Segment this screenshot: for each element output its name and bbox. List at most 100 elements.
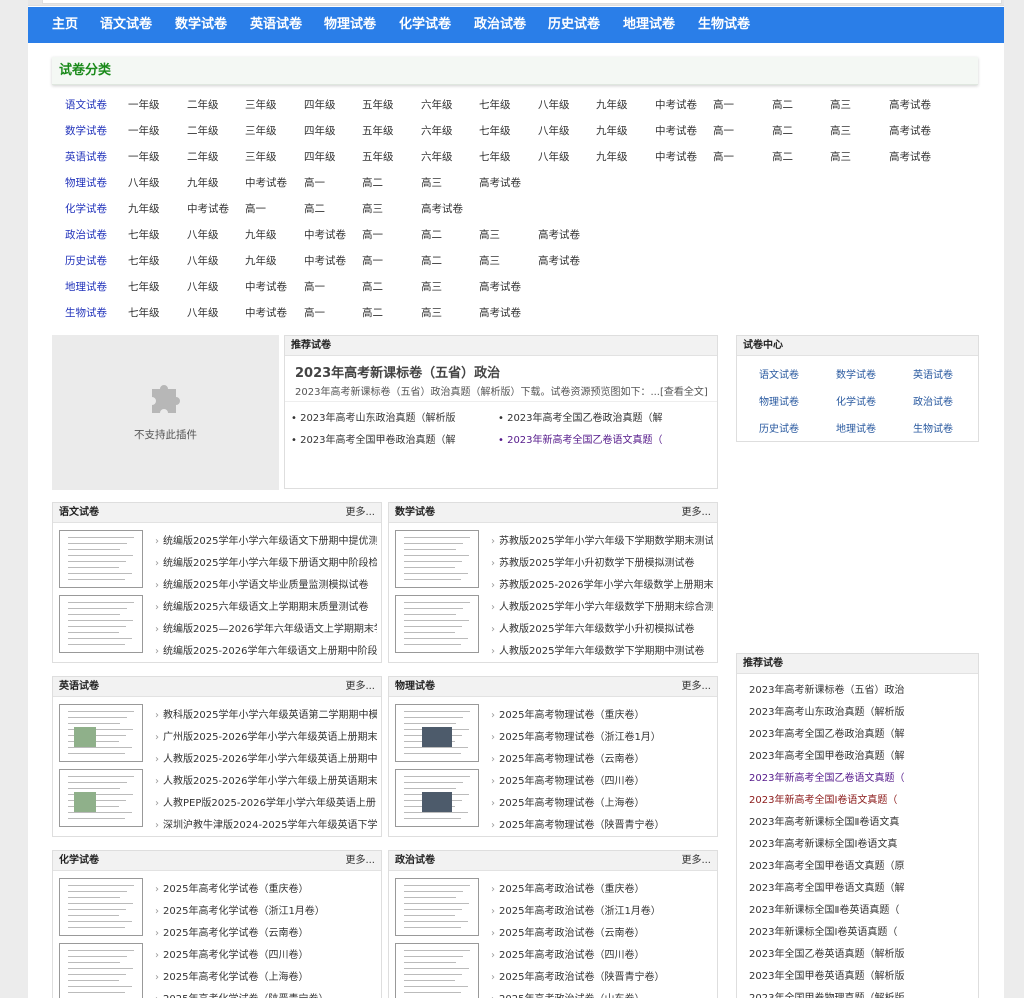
recommend-link[interactable]: • 2023年高考山东政治真题（解析版 xyxy=(291,409,456,424)
paper-thumbnail[interactable] xyxy=(59,530,143,588)
panel-item-link[interactable]: › 统编版2025—2026学年六年级语文上学期期末学 xyxy=(155,620,377,635)
panel-item-link[interactable]: › 人教版2025学年小学六年级数学下册期末综合测 xyxy=(491,598,713,613)
nav-biology[interactable]: 生物试卷 xyxy=(698,7,750,43)
panel-item-link[interactable]: ›2025年高考政治试卷（山东卷） xyxy=(491,990,713,998)
recommend-title[interactable]: 2023年高考新课标卷（五省）政治 xyxy=(295,362,500,381)
panel-item-link[interactable]: › 2025年高考物理试卷（云南卷） xyxy=(491,750,713,765)
category-grade-link[interactable]: 高一 xyxy=(713,95,734,115)
category-grade-link[interactable]: 九年级 xyxy=(245,225,277,245)
category-grade-link[interactable]: 高考试卷 xyxy=(889,121,931,141)
category-grade-link[interactable]: 高一 xyxy=(362,251,383,271)
category-grade-link[interactable]: 七年级 xyxy=(479,147,511,167)
category-grade-link[interactable]: 高二 xyxy=(421,251,442,271)
panel-item-link[interactable]: › 2025年高考物理试卷（重庆卷） xyxy=(491,706,713,721)
category-grade-link[interactable]: 五年级 xyxy=(362,95,394,115)
panel-item-link[interactable]: › 2025年高考化学试卷（浙江1月卷） xyxy=(155,902,377,917)
recommend-desc[interactable]: 2023年高考新课标卷（五省）政治真题（解析版）下载。试卷资源预览图如下：...… xyxy=(295,383,708,398)
category-grade-link[interactable]: 高二 xyxy=(421,225,442,245)
side-recommend-link[interactable]: 2023年高考全国甲卷语文真题（解 xyxy=(749,879,905,894)
category-grade-link[interactable]: 一年级 xyxy=(128,121,160,141)
category-grade-link[interactable]: 高二 xyxy=(304,199,325,219)
side-recommend-link[interactable]: 2023年高考全国甲卷政治真题（解 xyxy=(749,747,905,762)
panel-item-link[interactable]: › 2025年高考物理试卷（上海卷） xyxy=(491,794,713,809)
category-grade-link[interactable]: 中考试卷 xyxy=(245,303,287,323)
category-grade-link[interactable]: 高二 xyxy=(772,121,793,141)
panel-item-link[interactable]: › 2025年高考化学试卷（上海卷） xyxy=(155,968,377,983)
paper-thumbnail[interactable] xyxy=(395,769,479,827)
panel-item-link[interactable]: › 2025年高考化学试卷（云南卷） xyxy=(155,924,377,939)
panel-item-link[interactable]: › 广州版2025-2026学年小学六年级英语上册期末 xyxy=(155,728,377,743)
category-subject-link[interactable]: 历史试卷 xyxy=(65,251,107,271)
panel-item-link[interactable]: › 深圳沪教牛津版2024-2025学年六年级英语下学 xyxy=(155,816,377,831)
more-link[interactable]: 更多... xyxy=(345,851,375,871)
category-grade-link[interactable]: 八年级 xyxy=(187,303,219,323)
center-link-geography[interactable]: 地理试卷 xyxy=(836,420,876,435)
category-subject-link[interactable]: 语文试卷 xyxy=(65,95,107,115)
side-recommend-link[interactable]: 2023年新课标全国Ⅱ卷英语真题（ xyxy=(749,901,905,916)
category-grade-link[interactable]: 五年级 xyxy=(362,147,394,167)
category-subject-link[interactable]: 政治试卷 xyxy=(65,225,107,245)
paper-thumbnail[interactable] xyxy=(59,595,143,653)
category-grade-link[interactable]: 八年级 xyxy=(187,277,219,297)
paper-thumbnail[interactable] xyxy=(395,530,479,588)
center-link-politics[interactable]: 政治试卷 xyxy=(913,393,953,408)
category-grade-link[interactable]: 中考试卷 xyxy=(655,95,697,115)
paper-thumbnail[interactable] xyxy=(59,943,143,998)
category-grade-link[interactable]: 七年级 xyxy=(128,251,160,271)
category-grade-link[interactable]: 三年级 xyxy=(245,147,277,167)
center-link-chinese[interactable]: 语文试卷 xyxy=(759,366,799,381)
side-recommend-link[interactable]: 2023年高考全国乙卷政治真题（解 xyxy=(749,725,905,740)
category-grade-link[interactable]: 九年级 xyxy=(245,251,277,271)
category-grade-link[interactable]: 高三 xyxy=(421,173,442,193)
category-grade-link[interactable]: 五年级 xyxy=(362,121,394,141)
nav-physics[interactable]: 物理试卷 xyxy=(324,7,376,43)
panel-item-link[interactable]: › 人教版2025学年六年级数学小升初模拟试卷 xyxy=(491,620,713,635)
nav-home[interactable]: 主页 xyxy=(52,7,78,43)
category-grade-link[interactable]: 高三 xyxy=(421,303,442,323)
panel-item-link[interactable]: › 统编版2025学年小学六年级语文下册期中提优测 xyxy=(155,532,377,547)
center-link-math[interactable]: 数学试卷 xyxy=(836,366,876,381)
more-link[interactable]: 更多... xyxy=(345,677,375,697)
category-grade-link[interactable]: 高三 xyxy=(362,199,383,219)
category-grade-link[interactable]: 高考试卷 xyxy=(479,277,521,297)
category-grade-link[interactable]: 三年级 xyxy=(245,95,277,115)
category-grade-link[interactable]: 高考试卷 xyxy=(479,173,521,193)
recommend-link[interactable]: • 2023年高考全国甲卷政治真题（解 xyxy=(291,431,456,446)
category-grade-link[interactable]: 高二 xyxy=(362,303,383,323)
nav-politics[interactable]: 政治试卷 xyxy=(474,7,526,43)
category-subject-link[interactable]: 生物试卷 xyxy=(65,303,107,323)
paper-thumbnail[interactable] xyxy=(395,878,479,936)
center-link-chemistry[interactable]: 化学试卷 xyxy=(836,393,876,408)
category-grade-link[interactable]: 七年级 xyxy=(128,225,160,245)
panel-item-link[interactable]: › 2025年高考政治试卷（陕晋青宁卷） xyxy=(491,968,713,983)
category-subject-link[interactable]: 化学试卷 xyxy=(65,199,107,219)
panel-item-link[interactable]: › 2025年高考化学试卷（四川卷） xyxy=(155,946,377,961)
category-grade-link[interactable]: 八年级 xyxy=(187,225,219,245)
category-grade-link[interactable]: 高一 xyxy=(713,147,734,167)
category-subject-link[interactable]: 数学试卷 xyxy=(65,121,107,141)
category-grade-link[interactable]: 高一 xyxy=(304,277,325,297)
panel-item-link[interactable]: › 苏教版2025-2026学年小学六年级数学上册期末 xyxy=(491,576,713,591)
center-link-history[interactable]: 历史试卷 xyxy=(759,420,799,435)
panel-item-link[interactable]: ›2025年高考化学试卷（陕晋青宁卷） xyxy=(155,990,377,998)
side-recommend-link[interactable]: 2023年高考山东政治真题（解析版 xyxy=(749,703,905,718)
category-grade-link[interactable]: 高一 xyxy=(304,173,325,193)
nav-history[interactable]: 历史试卷 xyxy=(548,7,600,43)
center-link-english[interactable]: 英语试卷 xyxy=(913,366,953,381)
panel-item-link[interactable]: › 统编版2025六年级语文上学期期末质量测试卷 xyxy=(155,598,377,613)
nav-chemistry[interactable]: 化学试卷 xyxy=(399,7,451,43)
panel-item-link[interactable]: › 人教PEP版2025-2026学年小学六年级英语上册 xyxy=(155,794,377,809)
category-grade-link[interactable]: 高三 xyxy=(479,225,500,245)
panel-item-link[interactable]: › 2025年高考物理试卷（四川卷） xyxy=(491,772,713,787)
category-subject-link[interactable]: 物理试卷 xyxy=(65,173,107,193)
category-grade-link[interactable]: 一年级 xyxy=(128,147,160,167)
category-grade-link[interactable]: 一年级 xyxy=(128,95,160,115)
panel-item-link[interactable]: › 人教版2025-2026学年小学六年级英语上册期中 xyxy=(155,750,377,765)
category-grade-link[interactable]: 高考试卷 xyxy=(538,225,580,245)
side-recommend-link[interactable]: 2023年新高考全国Ⅰ卷语文真题（ xyxy=(749,791,905,806)
side-recommend-link[interactable]: 2023年全国甲卷英语真题（解析版 xyxy=(749,967,905,982)
recommend-link[interactable]: • 2023年高考全国乙卷政治真题（解 xyxy=(498,409,663,424)
side-recommend-link[interactable]: 2023年全国甲卷物理真题（解析版 xyxy=(749,989,905,998)
category-grade-link[interactable]: 八年级 xyxy=(187,251,219,271)
side-recommend-link[interactable]: 2023年高考新课标全国Ⅰ卷语文真 xyxy=(749,835,905,850)
